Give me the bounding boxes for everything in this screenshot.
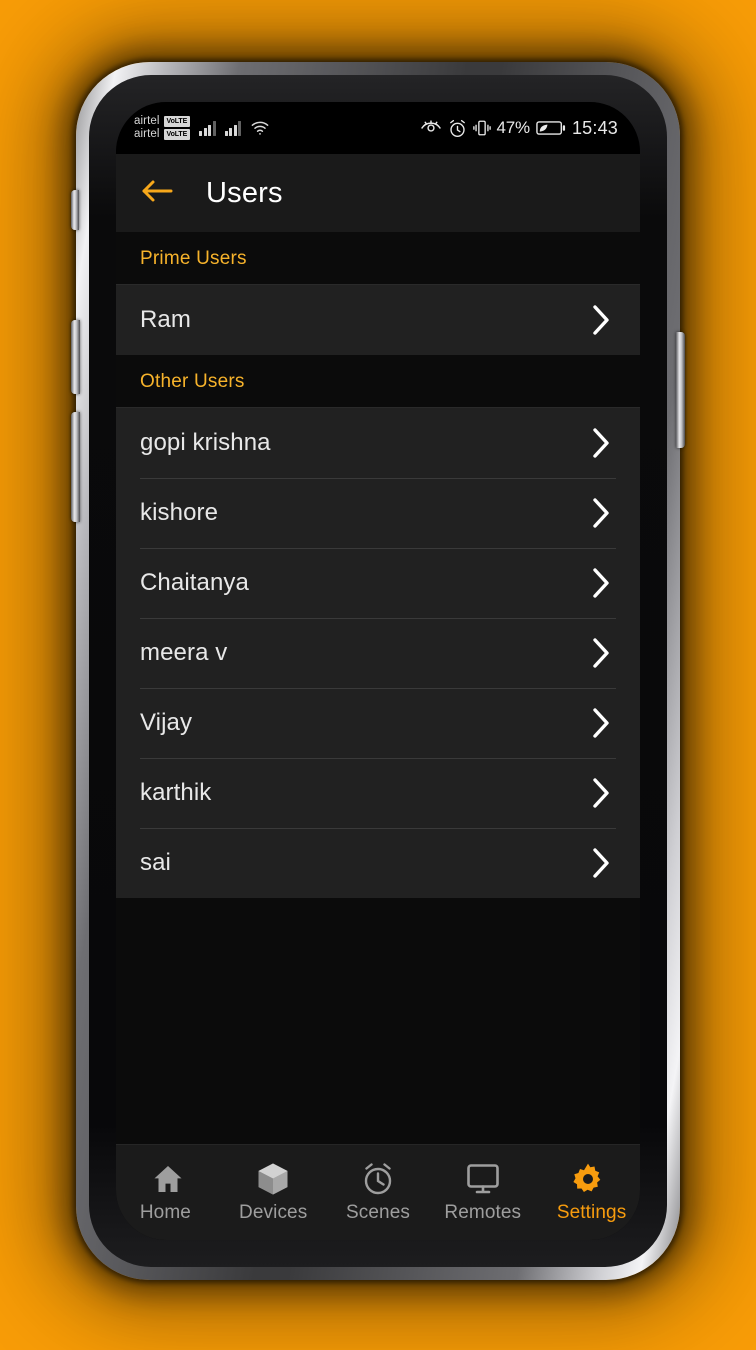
- section-header-other-users: Other Users: [116, 355, 640, 408]
- volte-badge-sim1: VoLTE: [163, 116, 191, 128]
- page-title: Users: [206, 176, 283, 209]
- nav-label-settings: Settings: [556, 1201, 627, 1223]
- user-row[interactable]: meera v: [116, 618, 640, 688]
- signal-bars-icon-sim1: [199, 120, 216, 136]
- alarm-icon: [362, 1162, 394, 1196]
- user-name-label: Ram: [140, 306, 191, 333]
- chevron-right-icon: [590, 303, 612, 337]
- vibrate-icon: [472, 119, 491, 137]
- alarm-icon: [448, 119, 467, 138]
- back-button[interactable]: [138, 174, 176, 212]
- carrier-name-sim1: airtel: [134, 115, 160, 128]
- signal-bars-icon-sim2: [224, 120, 242, 136]
- user-name-label: Vijay: [140, 709, 193, 736]
- user-name-label: kishore: [140, 499, 219, 526]
- clock-label: 15:43: [571, 117, 618, 138]
- user-name-label: meera v: [140, 639, 228, 666]
- phone-screen: airtel VoLTE airtel VoLTE 47% 15:43 User…: [116, 102, 640, 1240]
- chevron-right-icon: [590, 566, 612, 600]
- chevron-right-icon: [590, 846, 612, 880]
- section-header-prime-users: Prime Users: [116, 232, 640, 285]
- user-row[interactable]: sai: [116, 828, 640, 898]
- chevron-right-icon: [590, 496, 612, 530]
- wifi-icon: [250, 120, 270, 136]
- user-list: Prime Users Ram Other Users gopi krishna: [116, 232, 640, 1144]
- battery-saver-icon: [536, 120, 566, 136]
- carrier-name-sim2: airtel: [134, 128, 160, 140]
- mute-switch-button[interactable]: [71, 190, 79, 230]
- cube-icon: [257, 1162, 289, 1196]
- user-row[interactable]: Ram: [116, 285, 640, 355]
- phone-bezel: airtel VoLTE airtel VoLTE 47% 15:43 User…: [89, 75, 667, 1267]
- nav-label-remotes: Remotes: [444, 1201, 522, 1223]
- nav-item-devices[interactable]: Devices: [221, 1145, 326, 1240]
- bottom-navigation-bar: Home Devices Scenes Remotes Settings: [116, 1144, 640, 1240]
- monitor-icon: [466, 1162, 500, 1196]
- volume-up-button[interactable]: [71, 320, 80, 394]
- user-row[interactable]: karthik: [116, 758, 640, 828]
- volte-badge-sim2: VoLTE: [163, 128, 191, 140]
- nav-item-remotes[interactable]: Remotes: [430, 1145, 535, 1240]
- chevron-right-icon: [590, 706, 612, 740]
- user-row[interactable]: kishore: [116, 478, 640, 548]
- app-bar: Users: [116, 154, 640, 232]
- user-row[interactable]: gopi krishna: [116, 408, 640, 478]
- chevron-right-icon: [590, 776, 612, 810]
- user-name-label: gopi krishna: [140, 429, 271, 456]
- list-empty-area: [116, 898, 640, 1144]
- arrow-left-icon: [140, 177, 174, 210]
- phone-device-frame: airtel VoLTE airtel VoLTE 47% 15:43 User…: [71, 62, 685, 1280]
- nav-item-home[interactable]: Home: [116, 1145, 221, 1240]
- nav-label-devices: Devices: [239, 1201, 308, 1223]
- carrier-line-sim2: airtel VoLTE: [134, 128, 191, 141]
- user-name-label: Chaitanya: [140, 569, 249, 596]
- user-row[interactable]: Vijay: [116, 688, 640, 758]
- nav-item-scenes[interactable]: Scenes: [326, 1145, 431, 1240]
- carrier-stack: airtel VoLTE airtel VoLTE: [134, 115, 191, 141]
- volume-down-button[interactable]: [71, 412, 80, 522]
- status-bar: airtel VoLTE airtel VoLTE 47% 15:43: [116, 102, 640, 154]
- status-bar-right: 47% 15:43: [420, 118, 618, 139]
- power-button[interactable]: [676, 332, 685, 448]
- gear-icon: [571, 1162, 605, 1196]
- status-bar-left: airtel VoLTE airtel VoLTE: [134, 115, 270, 141]
- nav-item-settings[interactable]: Settings: [535, 1145, 640, 1240]
- chevron-right-icon: [590, 636, 612, 670]
- user-name-label: sai: [140, 849, 171, 876]
- home-icon: [152, 1162, 184, 1196]
- user-row[interactable]: Chaitanya: [116, 548, 640, 618]
- carrier-line-sim1: airtel VoLTE: [134, 115, 191, 128]
- battery-percentage-label: 47%: [496, 118, 531, 137]
- eye-icon: [420, 120, 442, 136]
- chevron-right-icon: [590, 426, 612, 460]
- nav-label-scenes: Scenes: [346, 1201, 410, 1223]
- nav-label-home: Home: [139, 1201, 191, 1223]
- user-name-label: karthik: [140, 779, 212, 806]
